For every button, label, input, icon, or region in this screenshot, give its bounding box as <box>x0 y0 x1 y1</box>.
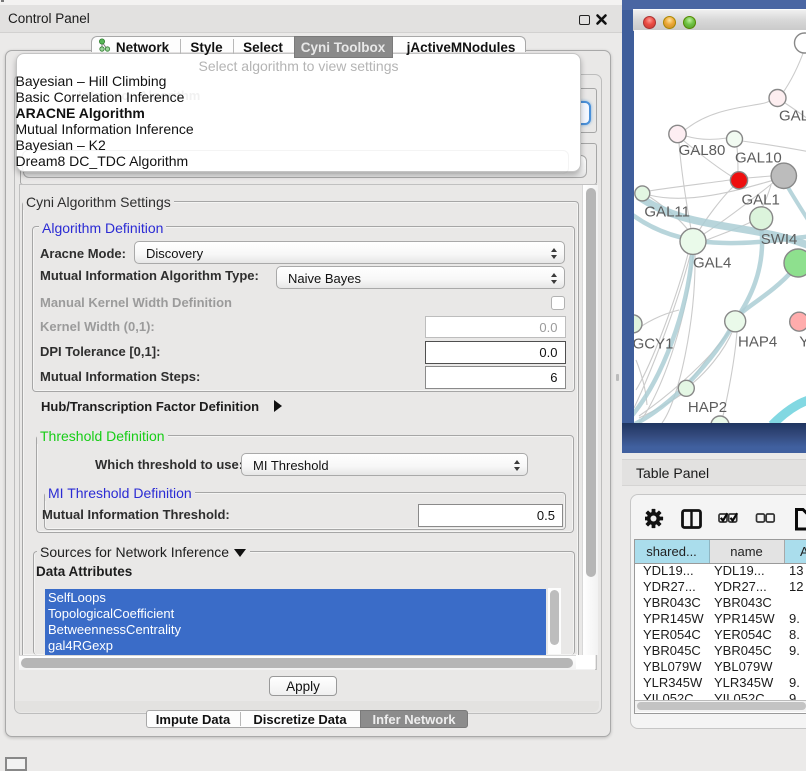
svg-text:GAL4: GAL4 <box>693 255 731 272</box>
svg-text:SWI4: SWI4 <box>761 231 798 248</box>
svg-text:HAP4: HAP4 <box>738 333 777 350</box>
svg-text:HAP2: HAP2 <box>688 399 727 416</box>
svg-text:GAL2: GAL2 <box>779 108 806 125</box>
svg-text:GAL1: GAL1 <box>742 192 780 209</box>
svg-text:GAL80: GAL80 <box>679 142 726 159</box>
svg-text:GCY1: GCY1 <box>634 336 673 353</box>
svg-text:GAL10: GAL10 <box>735 150 782 167</box>
svg-text:GAL11: GAL11 <box>644 204 690 221</box>
svg-text:Y: Y <box>799 333 806 350</box>
